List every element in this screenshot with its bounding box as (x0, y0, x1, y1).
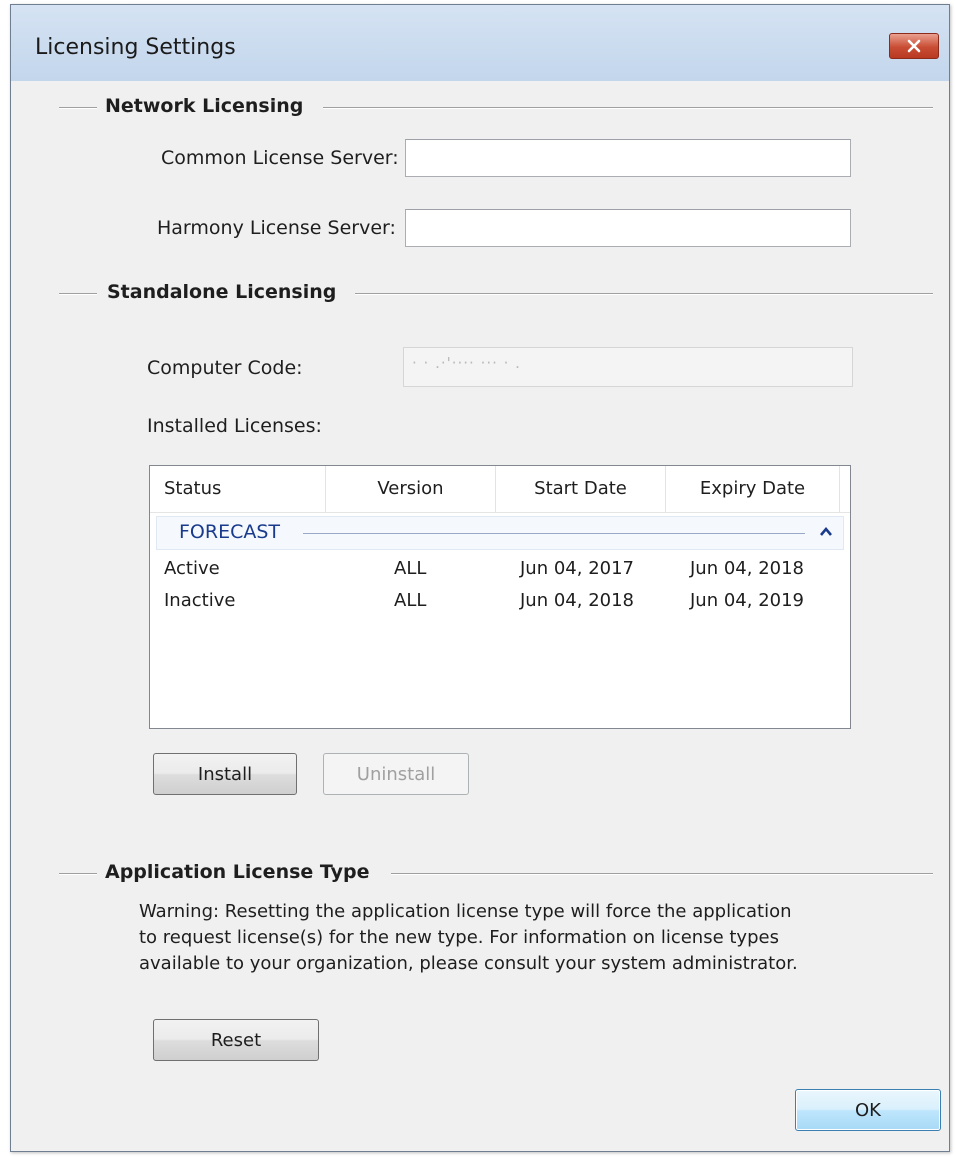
computer-code-value: · · .·'···· ··· · . (412, 354, 521, 372)
row-status: Active (164, 558, 220, 579)
reset-button[interactable]: Reset (153, 1019, 319, 1061)
ok-button[interactable]: OK (795, 1089, 941, 1131)
row-expiry-date: Jun 04, 2019 (690, 590, 805, 611)
network-group-line-right (323, 107, 933, 108)
table-row[interactable]: Inactive ALL Jun 04, 2018 Jun 04, 2019 (150, 588, 850, 620)
standalone-group-line-left (59, 293, 97, 294)
table-row[interactable]: Active ALL Jun 04, 2017 Jun 04, 2018 (150, 556, 850, 588)
license-group-name: FORECAST (179, 521, 281, 543)
network-licensing-title: Network Licensing (105, 95, 304, 117)
network-group-line-left (59, 107, 97, 108)
license-group-rule (303, 533, 805, 534)
install-button[interactable]: Install (153, 753, 297, 795)
standalone-licensing-title: Standalone Licensing (107, 281, 337, 303)
column-header-expiry-date[interactable]: Expiry Date (666, 466, 840, 512)
uninstall-button[interactable]: Uninstall (323, 753, 469, 795)
column-header-status[interactable]: Status (150, 466, 326, 512)
close-button[interactable] (889, 33, 939, 59)
common-license-server-input[interactable] (406, 140, 850, 176)
row-version: ALL (394, 590, 427, 611)
close-icon (907, 39, 921, 53)
harmony-license-server-field[interactable] (405, 209, 851, 247)
app-license-group-line-right (391, 873, 933, 874)
license-type-warning: Warning: Resetting the application licen… (139, 899, 798, 977)
computer-code-field: · · .·'···· ··· · . (403, 347, 853, 387)
chevron-up-icon[interactable] (819, 526, 833, 538)
row-expiry-date: Jun 04, 2018 (690, 558, 805, 579)
standalone-group-line-right (355, 293, 933, 294)
harmony-license-server-input[interactable] (406, 210, 850, 246)
warning-line-3: available to your organization, please c… (139, 953, 798, 974)
row-start-date: Jun 04, 2018 (520, 590, 635, 611)
app-license-group-line-left (59, 873, 97, 874)
license-group-header[interactable]: FORECAST (156, 516, 844, 550)
dialog-body: Network Licensing Common License Server:… (19, 81, 941, 1143)
warning-line-2: to request license(s) for the new type. … (139, 927, 779, 948)
window-title: Licensing Settings (35, 35, 236, 60)
application-license-type-title: Application License Type (105, 861, 370, 883)
row-start-date: Jun 04, 2017 (520, 558, 635, 579)
installed-licenses-list[interactable]: Status Version Start Date Expiry Date FO… (149, 465, 851, 729)
licensing-settings-dialog: Licensing Settings Network Licensing Com… (10, 4, 950, 1152)
row-status: Inactive (164, 590, 236, 611)
title-bar: Licensing Settings (11, 5, 949, 81)
installed-licenses-label: Installed Licenses: (147, 415, 322, 437)
row-version: ALL (394, 558, 427, 579)
list-header: Status Version Start Date Expiry Date (150, 466, 850, 513)
common-license-server-field[interactable] (405, 139, 851, 177)
harmony-license-server-label: Harmony License Server: (157, 217, 396, 239)
computer-code-label: Computer Code: (147, 357, 303, 379)
column-header-version[interactable]: Version (326, 466, 496, 512)
warning-line-1: Warning: Resetting the application licen… (139, 901, 792, 922)
column-header-start-date[interactable]: Start Date (496, 466, 666, 512)
common-license-server-label: Common License Server: (161, 147, 399, 169)
